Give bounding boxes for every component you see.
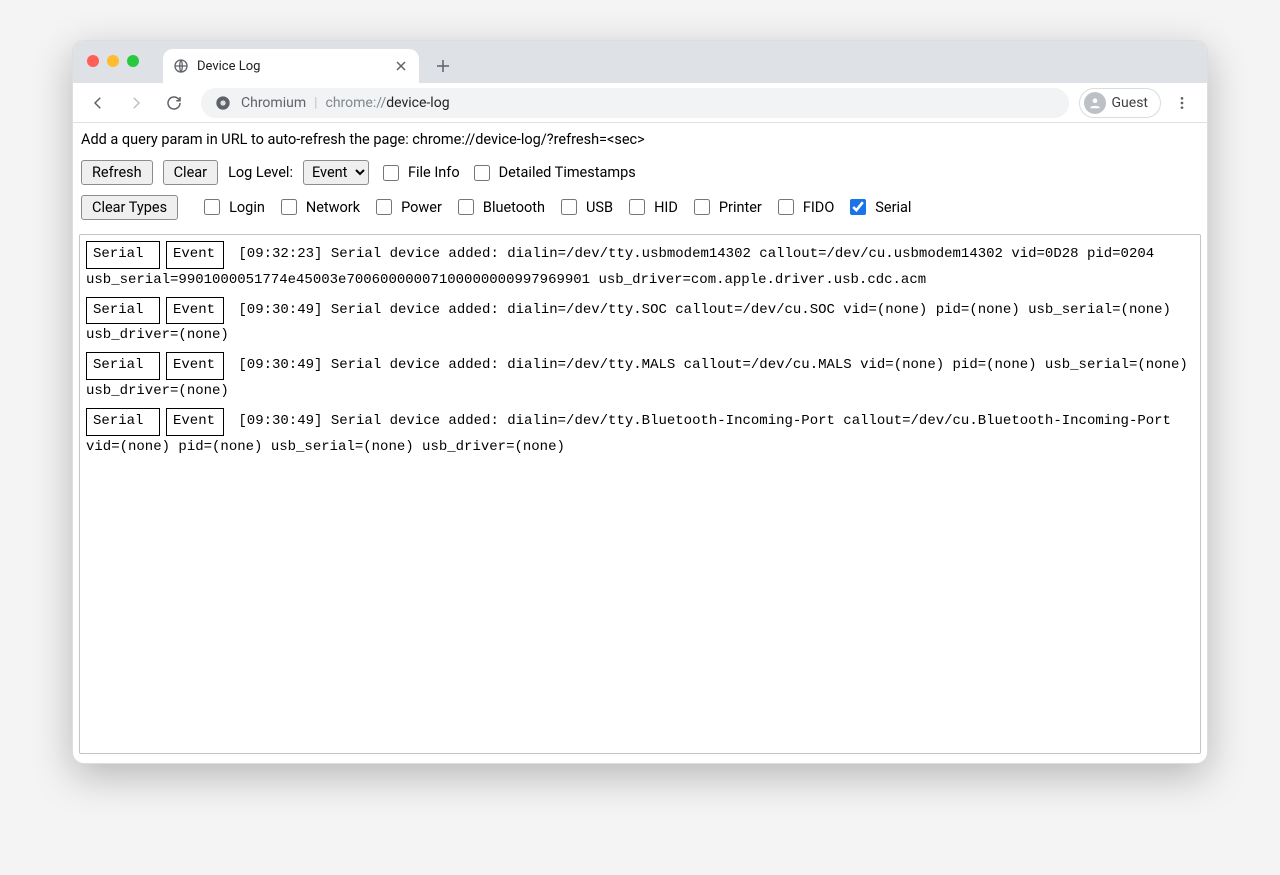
tab-close-button[interactable] xyxy=(393,58,409,74)
log-level-select[interactable]: Event xyxy=(303,160,369,185)
browser-toolbar: Chromium | chrome://device-log Guest xyxy=(73,83,1207,123)
clear-button[interactable]: Clear xyxy=(163,160,218,185)
profile-button[interactable]: Guest xyxy=(1079,88,1161,118)
filter-serial[interactable]: Serial xyxy=(846,196,911,218)
site-info-icon[interactable] xyxy=(215,95,231,111)
log-type-badge: Serial xyxy=(86,297,160,325)
log-level-badge: Event xyxy=(166,241,224,269)
refresh-button[interactable]: Refresh xyxy=(81,160,153,185)
globe-icon xyxy=(173,58,189,74)
help-text: Add a query param in URL to auto-refresh… xyxy=(79,127,1201,158)
window-zoom-button[interactable] xyxy=(127,55,139,67)
controls-row-1: Refresh Clear Log Level: Event File Info… xyxy=(79,158,1201,187)
address-bar[interactable]: Chromium | chrome://device-log xyxy=(201,88,1069,118)
filter-usb[interactable]: USB xyxy=(557,196,613,218)
browser-tab[interactable]: Device Log xyxy=(163,49,419,83)
filter-printer-input[interactable] xyxy=(694,199,710,215)
filter-hid[interactable]: HID xyxy=(625,196,678,218)
filter-hid-input[interactable] xyxy=(629,199,645,215)
avatar-icon xyxy=(1084,92,1106,114)
log-entry: SerialEvent [09:32:23] Serial device add… xyxy=(86,241,1194,293)
browser-window: Device Log Chromium | chrome://devi xyxy=(72,40,1208,764)
filter-login-input[interactable] xyxy=(204,199,220,215)
filter-login-label: Login xyxy=(229,199,265,216)
file-info-checkbox[interactable]: File Info xyxy=(379,162,460,184)
log-entry: SerialEvent [09:30:49] Serial device add… xyxy=(86,297,1194,349)
detailed-timestamps-checkbox[interactable]: Detailed Timestamps xyxy=(470,162,636,184)
filter-bluetooth[interactable]: Bluetooth xyxy=(454,196,545,218)
detailed-timestamps-label: Detailed Timestamps xyxy=(499,164,636,181)
log-type-badge: Serial xyxy=(86,352,160,380)
filter-power-label: Power xyxy=(401,199,442,216)
log-message: [09:30:49] Serial device added: dialin=/… xyxy=(86,302,1171,344)
file-info-label: File Info xyxy=(408,164,460,181)
page-content: Add a query param in URL to auto-refresh… xyxy=(73,123,1207,763)
filter-usb-input[interactable] xyxy=(561,199,577,215)
controls-row-2: Clear Types Login Network Power Bluetooth US… xyxy=(79,187,1201,228)
log-level-label: Log Level: xyxy=(228,164,293,181)
omnibox-app: Chromium xyxy=(241,95,306,111)
tab-title: Device Log xyxy=(197,59,385,74)
filter-fido-label: FIDO xyxy=(803,199,834,216)
omnibox-separator: | xyxy=(314,95,317,111)
filter-printer-label: Printer xyxy=(719,199,762,216)
omnibox-path: device-log xyxy=(386,95,449,111)
reload-button[interactable] xyxy=(157,88,191,118)
new-tab-button[interactable] xyxy=(429,52,457,80)
log-message: [09:30:49] Serial device added: dialin=/… xyxy=(86,357,1188,399)
filter-login[interactable]: Login xyxy=(200,196,265,218)
filter-bluetooth-input[interactable] xyxy=(458,199,474,215)
filter-network[interactable]: Network xyxy=(277,196,360,218)
omnibox-host: chrome:// xyxy=(326,95,387,111)
log-level-badge: Event xyxy=(166,352,224,380)
filter-power-input[interactable] xyxy=(376,199,392,215)
log-level-badge: Event xyxy=(166,408,224,436)
window-close-button[interactable] xyxy=(87,55,99,67)
log-entry: SerialEvent [09:30:49] Serial device add… xyxy=(86,408,1194,460)
tab-strip: Device Log xyxy=(73,41,1207,83)
filter-hid-label: HID xyxy=(654,199,678,216)
log-type-badge: Serial xyxy=(86,241,160,269)
log-message: [09:32:23] Serial device added: dialin=/… xyxy=(86,246,1154,288)
filter-network-input[interactable] xyxy=(281,199,297,215)
log-level-badge: Event xyxy=(166,297,224,325)
browser-menu-button[interactable] xyxy=(1165,88,1199,118)
filter-serial-label: Serial xyxy=(875,199,911,216)
file-info-input[interactable] xyxy=(383,165,399,181)
log-entry: SerialEvent [09:30:49] Serial device add… xyxy=(86,352,1194,404)
url-text: Chromium | chrome://device-log xyxy=(241,95,450,111)
filter-serial-input[interactable] xyxy=(850,199,866,215)
filter-network-label: Network xyxy=(306,199,360,216)
clear-types-button[interactable]: Clear Types xyxy=(81,195,178,220)
log-message: [09:30:49] Serial device added: dialin=/… xyxy=(86,413,1171,455)
detailed-timestamps-input[interactable] xyxy=(474,165,490,181)
profile-label: Guest xyxy=(1112,95,1148,111)
window-controls xyxy=(87,55,139,67)
back-button[interactable] xyxy=(81,88,115,118)
filter-power[interactable]: Power xyxy=(372,196,442,218)
window-minimize-button[interactable] xyxy=(107,55,119,67)
filter-printer[interactable]: Printer xyxy=(690,196,762,218)
log-panel: SerialEvent [09:32:23] Serial device add… xyxy=(79,234,1201,754)
filter-bluetooth-label: Bluetooth xyxy=(483,199,545,216)
filter-fido-input[interactable] xyxy=(778,199,794,215)
filter-fido[interactable]: FIDO xyxy=(774,196,834,218)
log-type-badge: Serial xyxy=(86,408,160,436)
forward-button[interactable] xyxy=(119,88,153,118)
filter-usb-label: USB xyxy=(586,199,613,216)
